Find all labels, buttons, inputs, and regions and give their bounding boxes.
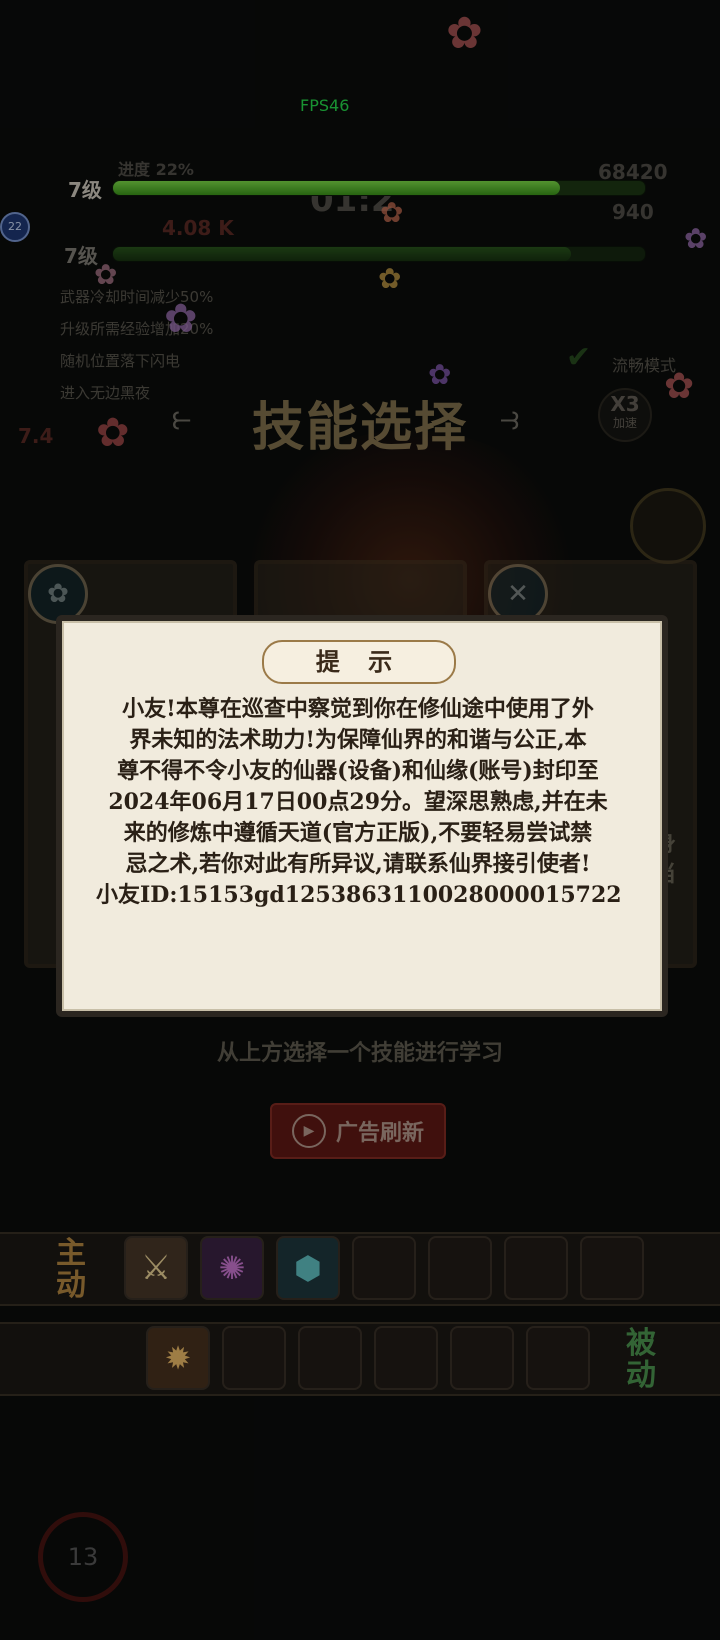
dialog-title: 提 示 xyxy=(262,640,456,684)
dialog-body: 小友!本尊在巡查中察觉到你在修仙途中使用了外 界未知的法术助力!为保障仙界的和谐… xyxy=(96,694,622,911)
dialog-line: 尊不得不令小友的仙器(设备)和仙缘(账号)封印至 xyxy=(117,758,599,784)
dialog-line: 小友!本尊在巡查中察觉到你在修仙途中使用了外 xyxy=(122,696,594,722)
dialog-line: 忌之术,若你对此有所异议,请联系仙界接引使者! xyxy=(125,851,591,877)
dialog-line: 界未知的法术助力!为保障仙界的和谐与公正,本 xyxy=(129,727,587,753)
dialog-line: 来的修炼中遵循天道(官方正版),不要轻易尝试禁 xyxy=(123,820,593,846)
dialog-line: 小友ID:15153gd1253863110028000015722 xyxy=(96,882,622,908)
game-scene: FPS46 进度 22% 01:2 68420 940 4.08 K 22 7级… xyxy=(0,0,720,1640)
dialog-line: 2024年06月17日00点29分。望深思熟虑,并在未 xyxy=(108,789,608,815)
